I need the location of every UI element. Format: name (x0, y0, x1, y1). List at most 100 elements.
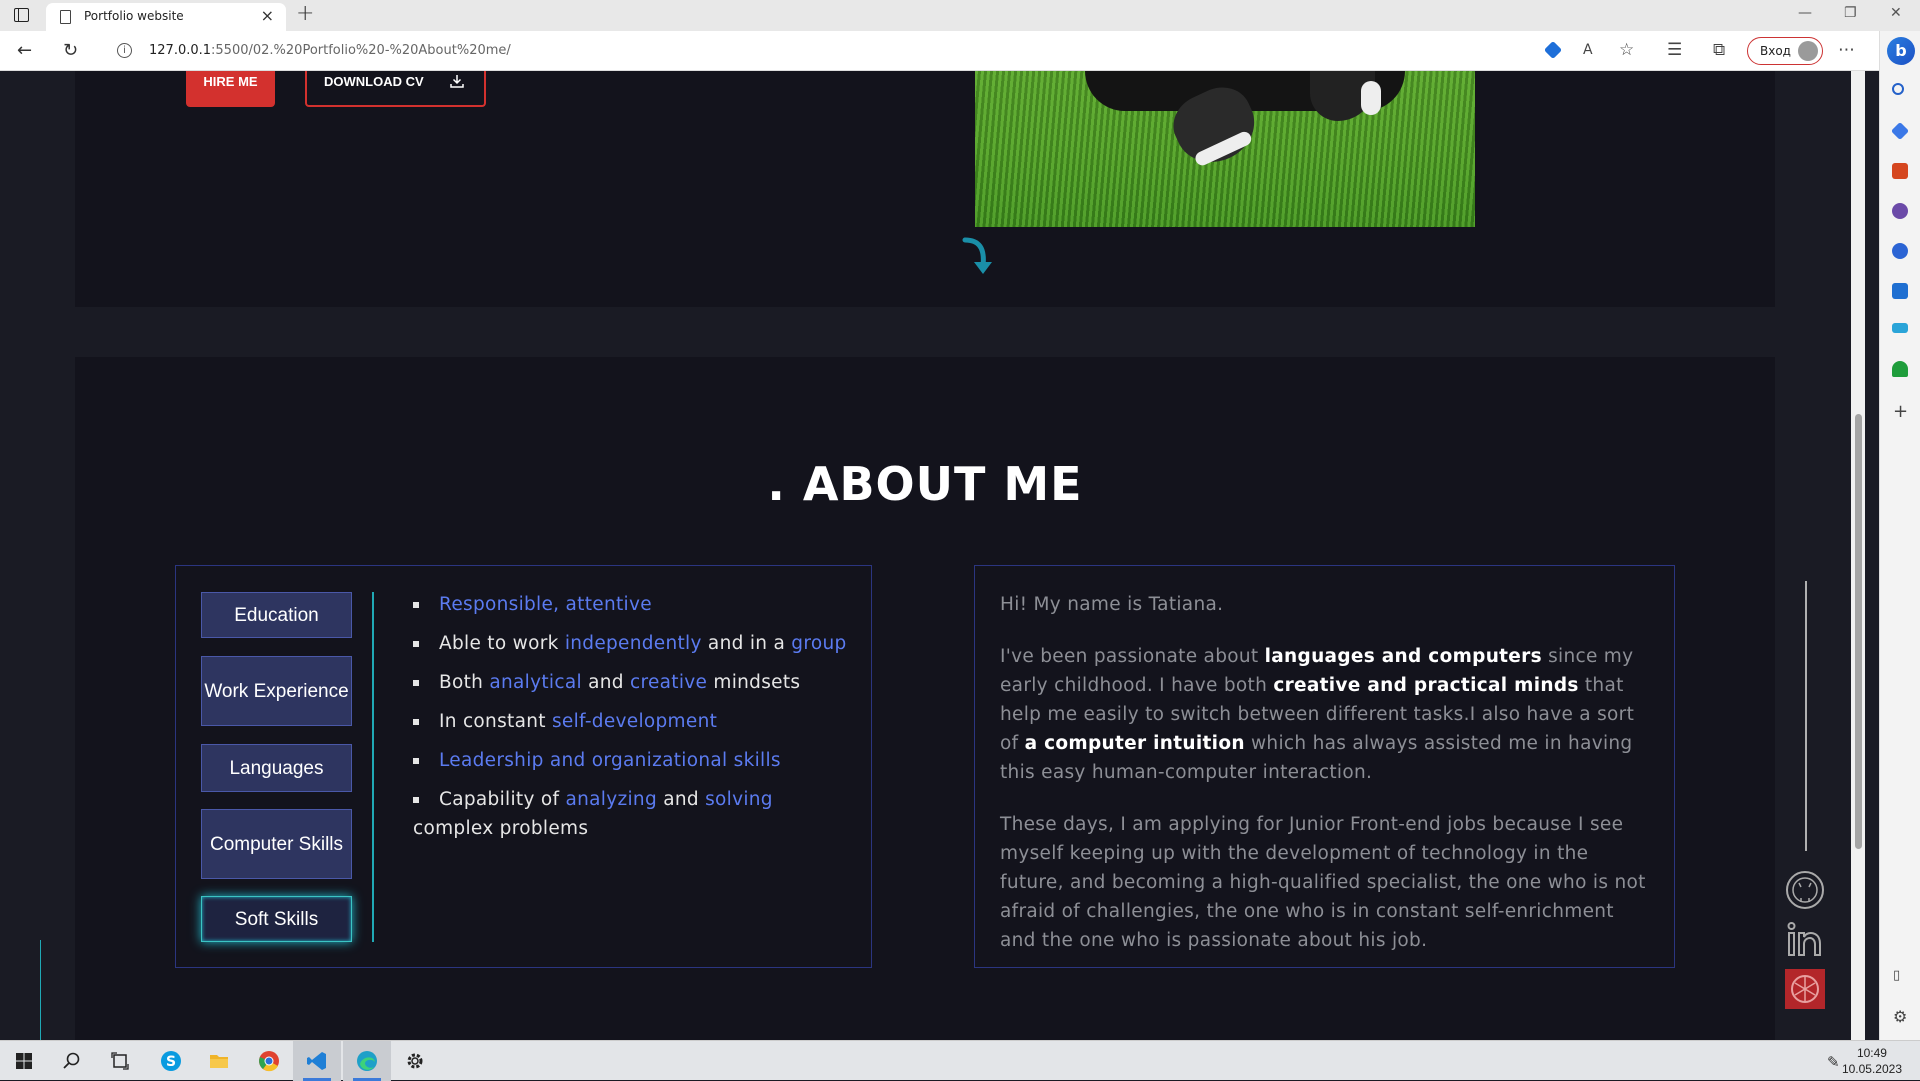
vscode-icon (307, 1052, 326, 1070)
intro-paragraph: These days, I am applying for Junior Fro… (1000, 814, 1646, 951)
minimize-icon[interactable]: — (1798, 5, 1812, 21)
site-info-icon[interactable]: i (117, 43, 132, 58)
windows-taskbar: S ✎ 10:49 10.05.2023 (0, 1040, 1920, 1081)
outlook-icon[interactable] (1892, 283, 1908, 299)
skype-button[interactable]: S (147, 1041, 195, 1081)
svg-text:S: S (166, 1054, 176, 1070)
bold-text: languages and computers (1264, 646, 1542, 667)
page-scrollbar[interactable] (1851, 71, 1865, 1040)
task-view-button[interactable] (96, 1041, 144, 1081)
tab-work-experience[interactable]: Work Experience (201, 656, 352, 726)
text: I've been passionate about (1000, 646, 1265, 667)
bing-chat-icon[interactable]: b (1887, 37, 1915, 65)
browser-tab[interactable]: Portfolio website × (46, 3, 286, 31)
text: complex problems (413, 818, 589, 839)
list-item: Responsible, attentive (413, 590, 853, 619)
hero-section: HIRE ME DOWNLOAD CV (75, 71, 1775, 307)
browser-tab-bar: Portfolio website × + — ❐ ✕ (0, 0, 1920, 31)
close-tab-icon[interactable]: × (261, 6, 274, 25)
read-aloud-icon[interactable]: A (1583, 42, 1593, 58)
sidebar-panel-icon[interactable]: ▯ (1893, 968, 1900, 983)
back-icon[interactable]: ← (17, 40, 32, 61)
start-button[interactable] (0, 1041, 48, 1081)
tab-title: Portfolio website (84, 9, 184, 23)
list-item: Able to work independently and in a grou… (413, 629, 853, 658)
codepen-icon[interactable] (1785, 969, 1825, 1009)
favorites-icon[interactable]: ☰ (1667, 40, 1682, 60)
search-icon[interactable] (1892, 83, 1904, 95)
scroll-thumb[interactable] (1855, 414, 1862, 849)
vscode-button[interactable] (293, 1041, 341, 1081)
pen-icon[interactable]: ✎ (1827, 1053, 1840, 1071)
text: Both (439, 672, 490, 693)
hire-me-button[interactable]: HIRE ME (186, 71, 275, 107)
shopping-icon[interactable] (1890, 121, 1910, 141)
task-view-icon (111, 1052, 129, 1070)
bold-text: a computer intuition (1024, 733, 1245, 754)
favorite-add-icon[interactable]: ☆ (1619, 40, 1634, 60)
restore-icon[interactable]: ❐ (1844, 5, 1857, 21)
close-window-icon[interactable]: ✕ (1890, 5, 1902, 21)
add-icon[interactable]: + (1893, 401, 1908, 422)
avatar (1798, 41, 1818, 61)
games-icon[interactable] (1892, 203, 1908, 219)
tab-education[interactable]: Education (201, 592, 352, 638)
url-host: 127.0.0.1 (149, 43, 212, 58)
download-icon (450, 75, 464, 88)
tab-computer-skills[interactable]: Computer Skills (201, 809, 352, 879)
highlight-text: self-development (551, 711, 718, 732)
scroll-down-arrow-icon[interactable] (961, 236, 997, 280)
highlight-text: analytical (489, 672, 582, 693)
soft-skills-list: Responsible, attentive Able to work inde… (413, 590, 853, 853)
text: mindsets (707, 672, 801, 693)
page-viewport: HIRE ME DOWNLOAD CV . ABOUT ME Education… (0, 71, 1851, 1040)
send-icon[interactable] (1892, 323, 1908, 333)
shopping-tag-icon[interactable] (1543, 40, 1563, 60)
search-icon (63, 1052, 80, 1069)
refresh-icon[interactable]: ↻ (63, 40, 78, 61)
folder-icon (210, 1055, 228, 1068)
tree-icon[interactable] (1892, 361, 1908, 377)
text: Capability of (439, 789, 566, 810)
file-explorer-button[interactable] (195, 1041, 243, 1081)
download-cv-button[interactable]: DOWNLOAD CV (305, 71, 486, 107)
tab-languages[interactable]: Languages (201, 744, 352, 792)
highlight-text: independently (564, 633, 702, 654)
microsoft-365-icon[interactable] (1892, 243, 1908, 259)
system-clock[interactable]: 10:49 10.05.2023 (1842, 1045, 1902, 1077)
text: In constant (439, 711, 552, 732)
linkedin-icon[interactable] (1785, 919, 1825, 959)
edge-button[interactable] (343, 1041, 391, 1081)
highlight-text: Leadership and organizational skills (439, 750, 781, 771)
text: and (581, 672, 630, 693)
page-icon (60, 10, 71, 24)
list-item: In constant self-development (413, 707, 853, 736)
chrome-icon (259, 1051, 279, 1072)
tab-actions-icon[interactable] (14, 8, 29, 22)
skype-icon: S (161, 1051, 181, 1071)
text: and in a (701, 633, 792, 654)
tabs-divider (372, 592, 374, 942)
search-button[interactable] (48, 1041, 96, 1081)
address-bar: ← ↻ i 127.0.0.1:5500/02.%20Portfolio%20-… (0, 31, 1920, 71)
highlight-text: Responsible, attentive (439, 594, 652, 615)
collections-icon[interactable]: ⧉ (1713, 40, 1725, 60)
highlight-text: creative (629, 672, 708, 693)
tab-soft-skills[interactable]: Soft Skills (201, 896, 352, 942)
clock-time: 10:49 (1856, 1046, 1887, 1060)
new-tab-button[interactable]: + (296, 1, 314, 26)
profile-login-button[interactable]: Вход (1747, 37, 1823, 65)
text: Able to work (439, 633, 565, 654)
settings-button[interactable] (391, 1041, 439, 1081)
bold-text: creative and practical minds (1273, 675, 1579, 696)
download-cv-label: DOWNLOAD CV (324, 74, 424, 89)
intro-text-box: Hi! My name is Tatiana. I've been passio… (974, 565, 1675, 968)
decorative-line (40, 940, 41, 1040)
chrome-button[interactable] (245, 1041, 293, 1081)
edge-icon (357, 1051, 377, 1071)
github-icon[interactable] (1785, 870, 1825, 910)
more-menu-icon[interactable]: ⋯ (1838, 40, 1855, 60)
tools-icon[interactable] (1892, 163, 1908, 179)
settings-icon[interactable]: ⚙ (1893, 1007, 1907, 1026)
url-field[interactable]: 127.0.0.1:5500/02.%20Portfolio%20-%20Abo… (149, 43, 511, 58)
